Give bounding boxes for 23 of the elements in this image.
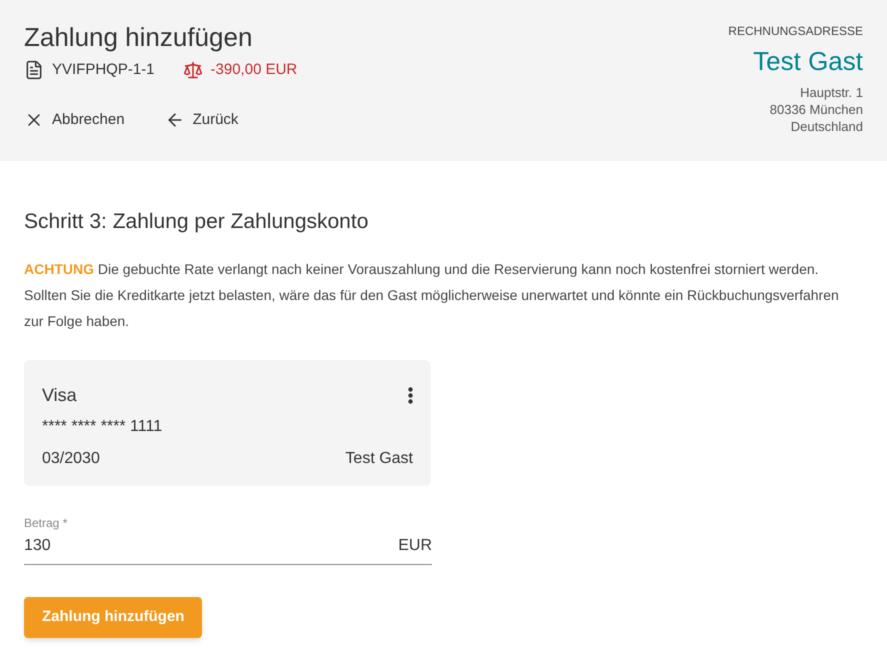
card-expiry: 03/2030	[42, 448, 100, 468]
card-number: **** **** **** 1111	[42, 416, 164, 436]
currency-unit: EUR	[398, 536, 432, 556]
booking-reference: YVIFPHQP-1-1	[52, 60, 155, 80]
amount-field[interactable]: Betrag * 130 EUR	[24, 514, 432, 564]
amount-input[interactable]: 130	[24, 534, 324, 558]
more-options-button[interactable]	[408, 386, 413, 404]
address-line: Hauptstr. 1	[800, 84, 863, 101]
warning-text: ACHTUNG Die gebuchte Rate verlangt nach keiner Vorauszahlung und die Reservierung kann noch kostenfrei storniert werden. Sollten Sie die Kreditkarte jetzt belasten, wäre das für den Gast möglicherweise unerwartet und könnte ein Rückbuchungsverfahren zur Folge haben.	[24, 260, 840, 331]
back-button[interactable]: Zurück	[164, 108, 238, 131]
customer-name: Test Gast	[753, 45, 863, 78]
step-title: Schritt 3: Zahlung per Zahlungskonto	[24, 209, 370, 235]
card-brand: Visa	[42, 384, 77, 406]
document-icon	[24, 60, 44, 80]
cancel-button[interactable]: Abbrechen	[24, 108, 125, 131]
scale-icon	[182, 60, 203, 80]
balance-amount: -390,00 EUR	[210, 60, 298, 80]
address-heading: RECHNUNGSADRESSE	[728, 23, 863, 40]
card-holder: Test Gast	[345, 448, 413, 468]
page-title: Zahlung hinzufügen	[24, 21, 254, 54]
address-line: 80336 München	[770, 101, 863, 118]
more-options-icon	[408, 386, 413, 404]
address-line: Deutschland	[790, 118, 863, 135]
